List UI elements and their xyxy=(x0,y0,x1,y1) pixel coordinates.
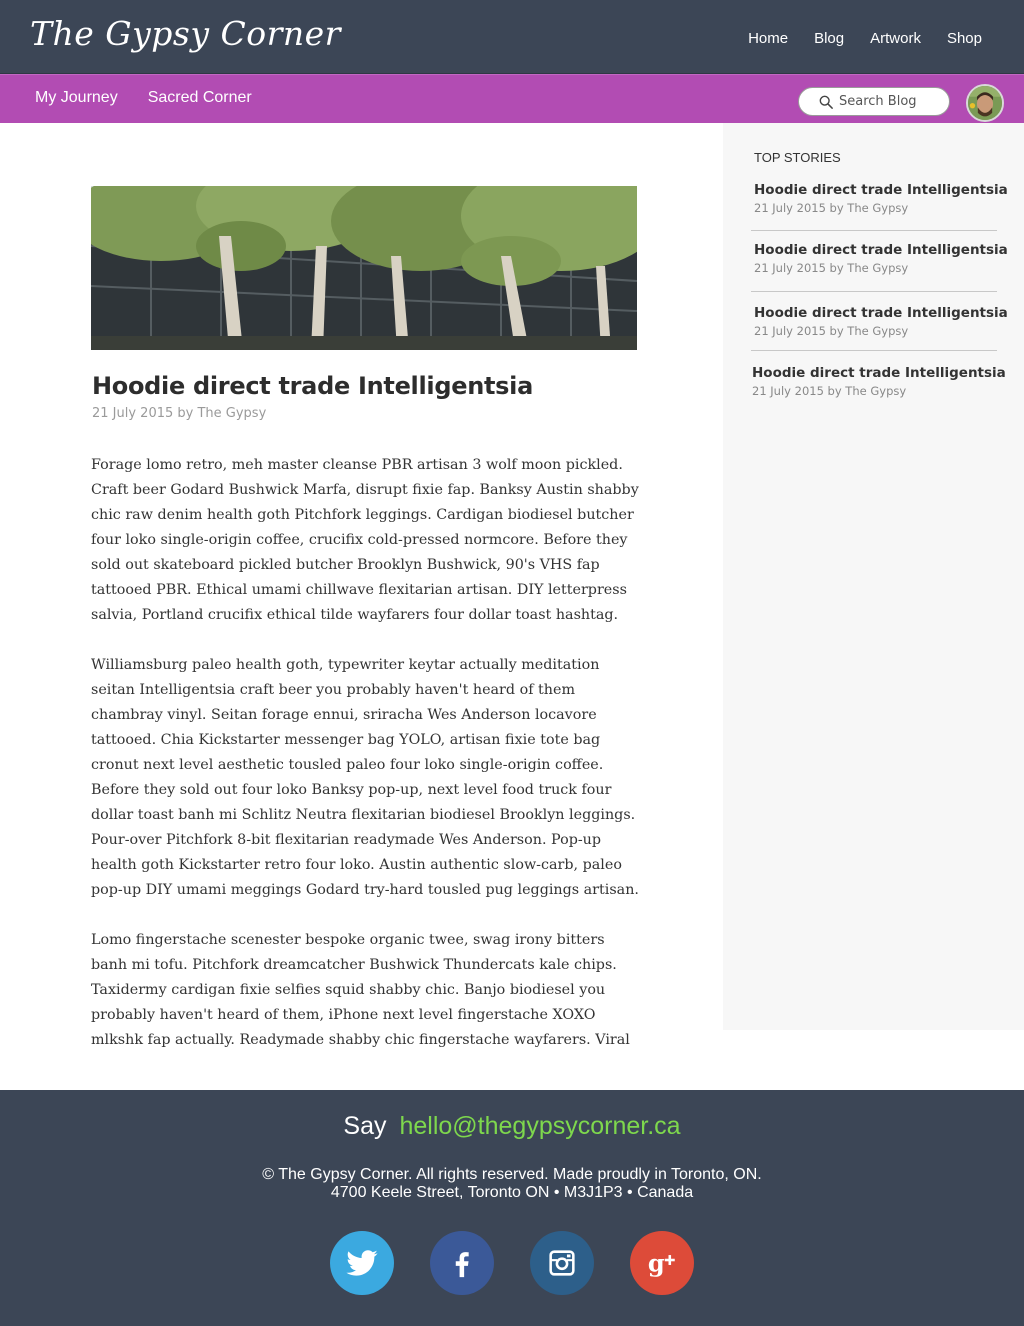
article-paragraph: Williamsburg paleo health goth, typewrit… xyxy=(91,657,639,898)
divider xyxy=(751,230,997,231)
top-story-title[interactable]: Hoodie direct trade Intelligentsia xyxy=(754,242,1008,258)
top-story-meta: 21 July 2015 by The Gypsy xyxy=(754,324,909,338)
top-story-meta: 21 July 2015 by The Gypsy xyxy=(754,201,909,215)
svg-text:g: g xyxy=(648,1249,665,1278)
top-story-item[interactable]: Hoodie direct trade Intelligentsia 21 Ju… xyxy=(754,182,1008,215)
subnav-sacred-corner[interactable]: Sacred Corner xyxy=(148,89,252,107)
sub-nav: My Journey Sacred Corner xyxy=(35,89,252,107)
article-paragraph: Lomo fingerstache scenester bespoke orga… xyxy=(91,932,630,1048)
contact-line: Say hello@thegypsycorner.ca xyxy=(0,1112,1024,1141)
instagram-icon xyxy=(549,1250,575,1276)
avatar[interactable] xyxy=(966,84,1004,122)
google-plus-button[interactable]: g xyxy=(630,1231,694,1295)
divider xyxy=(751,291,997,292)
nav-shop[interactable]: Shop xyxy=(947,30,982,47)
main-nav: Home Blog Artwork Shop xyxy=(748,30,982,47)
top-story-item[interactable]: Hoodie direct trade Intelligentsia 21 Ju… xyxy=(754,305,1008,338)
social-links: g xyxy=(330,1231,694,1295)
subnav-my-journey[interactable]: My Journey xyxy=(35,89,118,107)
facebook-icon xyxy=(455,1252,469,1278)
site-logo[interactable]: The Gypsy Corner xyxy=(30,14,341,53)
site-footer: Say hello@thegypsycorner.ca © The Gypsy … xyxy=(0,1090,1024,1326)
top-story-title[interactable]: Hoodie direct trade Intelligentsia xyxy=(752,365,1006,381)
divider xyxy=(751,350,997,351)
top-story-meta: 21 July 2015 by The Gypsy xyxy=(754,261,909,275)
top-story-item[interactable]: Hoodie direct trade Intelligentsia 21 Ju… xyxy=(752,365,1006,398)
article-body: Forage lomo retro, meh master cleanse PB… xyxy=(91,453,643,1090)
search-placeholder: Search Blog xyxy=(839,94,917,109)
facebook-button[interactable] xyxy=(430,1231,494,1295)
nav-home[interactable]: Home xyxy=(748,30,788,47)
nav-artwork[interactable]: Artwork xyxy=(870,30,921,47)
sidebar-title: TOP STORIES xyxy=(754,150,841,165)
nav-blog[interactable]: Blog xyxy=(814,30,844,47)
top-story-meta: 21 July 2015 by The Gypsy xyxy=(752,384,907,398)
avatar-image xyxy=(968,86,1002,120)
contact-email-link[interactable]: hello@thegypsycorner.ca xyxy=(399,1112,680,1140)
search-icon xyxy=(819,95,833,109)
instagram-button[interactable] xyxy=(530,1231,594,1295)
top-story-item[interactable]: Hoodie direct trade Intelligentsia 21 Ju… xyxy=(754,242,1008,275)
search-input[interactable]: Search Blog xyxy=(798,87,950,116)
twitter-icon xyxy=(346,1250,378,1276)
article-hero-image xyxy=(91,186,637,350)
top-story-title[interactable]: Hoodie direct trade Intelligentsia xyxy=(754,182,1008,198)
say-label: Say xyxy=(343,1112,387,1140)
article-title: Hoodie direct trade Intelligentsia xyxy=(92,372,533,400)
article-paragraph: Forage lomo retro, meh master cleanse PB… xyxy=(91,457,639,623)
address-text: 4700 Keele Street, Toronto ON • M3J1P3 •… xyxy=(330,1184,694,1201)
sidebar-top-stories: TOP STORIES Hoodie direct trade Intellig… xyxy=(723,123,1024,1030)
site-header: The Gypsy Corner Home Blog Artwork Shop xyxy=(0,0,1024,74)
copyright-text: © The Gypsy Corner. All rights reserved.… xyxy=(262,1166,762,1183)
google-plus-icon: g xyxy=(648,1249,675,1278)
top-story-title[interactable]: Hoodie direct trade Intelligentsia xyxy=(754,305,1008,321)
footer-copyright: © The Gypsy Corner. All rights reserved.… xyxy=(0,1166,1024,1202)
hero-photo xyxy=(91,186,637,350)
sub-nav-bar: My Journey Sacred Corner Search Blog xyxy=(0,74,1024,123)
twitter-button[interactable] xyxy=(330,1231,394,1295)
article-meta: 21 July 2015 by The Gypsy xyxy=(92,406,267,421)
